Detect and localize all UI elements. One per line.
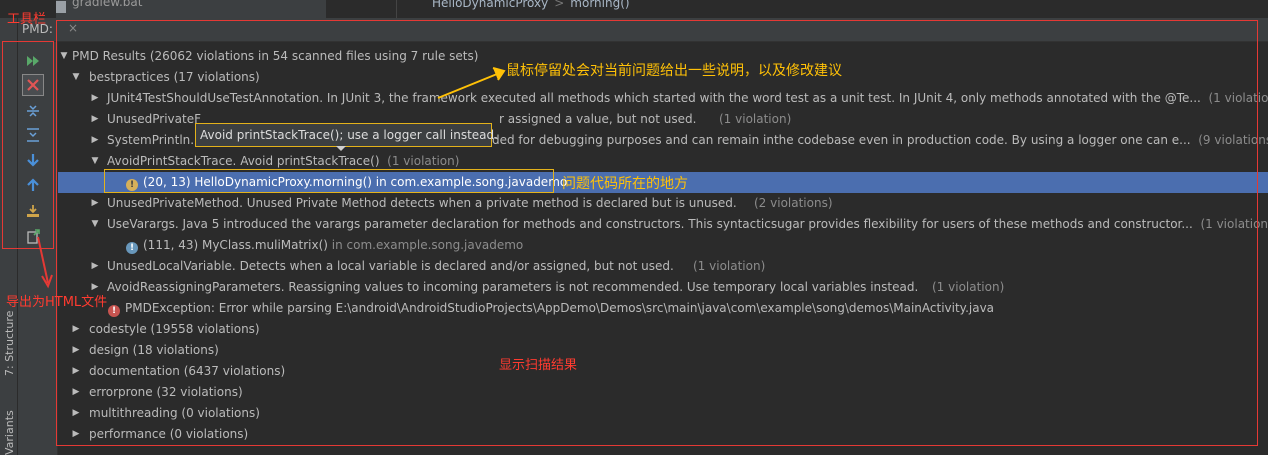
breadcrumb-separator-icon: > bbox=[554, 0, 565, 10]
location-annotation: 问题代码所在的地方 bbox=[562, 176, 688, 192]
results-annotation-box bbox=[56, 20, 1258, 446]
toolbar-annotation-box bbox=[2, 41, 54, 249]
divider bbox=[396, 0, 397, 18]
build-variants-tab-label: Variants bbox=[3, 410, 16, 455]
editor-top-strip: gradlew.bat HelloDynamicProxy > morning() bbox=[0, 0, 1268, 18]
file-name: gradlew.bat bbox=[72, 0, 143, 9]
project-file-item[interactable]: gradlew.bat bbox=[56, 0, 326, 18]
hover-annotation: 鼠标停留处会对当前问题给出一些说明，以及修改建议 bbox=[506, 63, 842, 79]
export-annotation: 导出为HTML文件 bbox=[6, 295, 108, 310]
file-icon bbox=[56, 1, 66, 13]
structure-tab-label: 7: Structure bbox=[3, 310, 16, 376]
build-variants-tab[interactable]: Variants bbox=[0, 410, 18, 455]
results-annotation: 显示扫描结果 bbox=[499, 358, 578, 373]
structure-tab[interactable]: 7: Structure bbox=[0, 311, 18, 400]
breadcrumb: HelloDynamicProxy > morning() bbox=[432, 0, 630, 10]
breadcrumb-class[interactable]: HelloDynamicProxy bbox=[432, 0, 548, 10]
location-annotation-box bbox=[104, 169, 554, 193]
toolbar-annotation: 工具栏 bbox=[7, 12, 47, 27]
breadcrumb-method[interactable]: morning() bbox=[570, 0, 629, 10]
